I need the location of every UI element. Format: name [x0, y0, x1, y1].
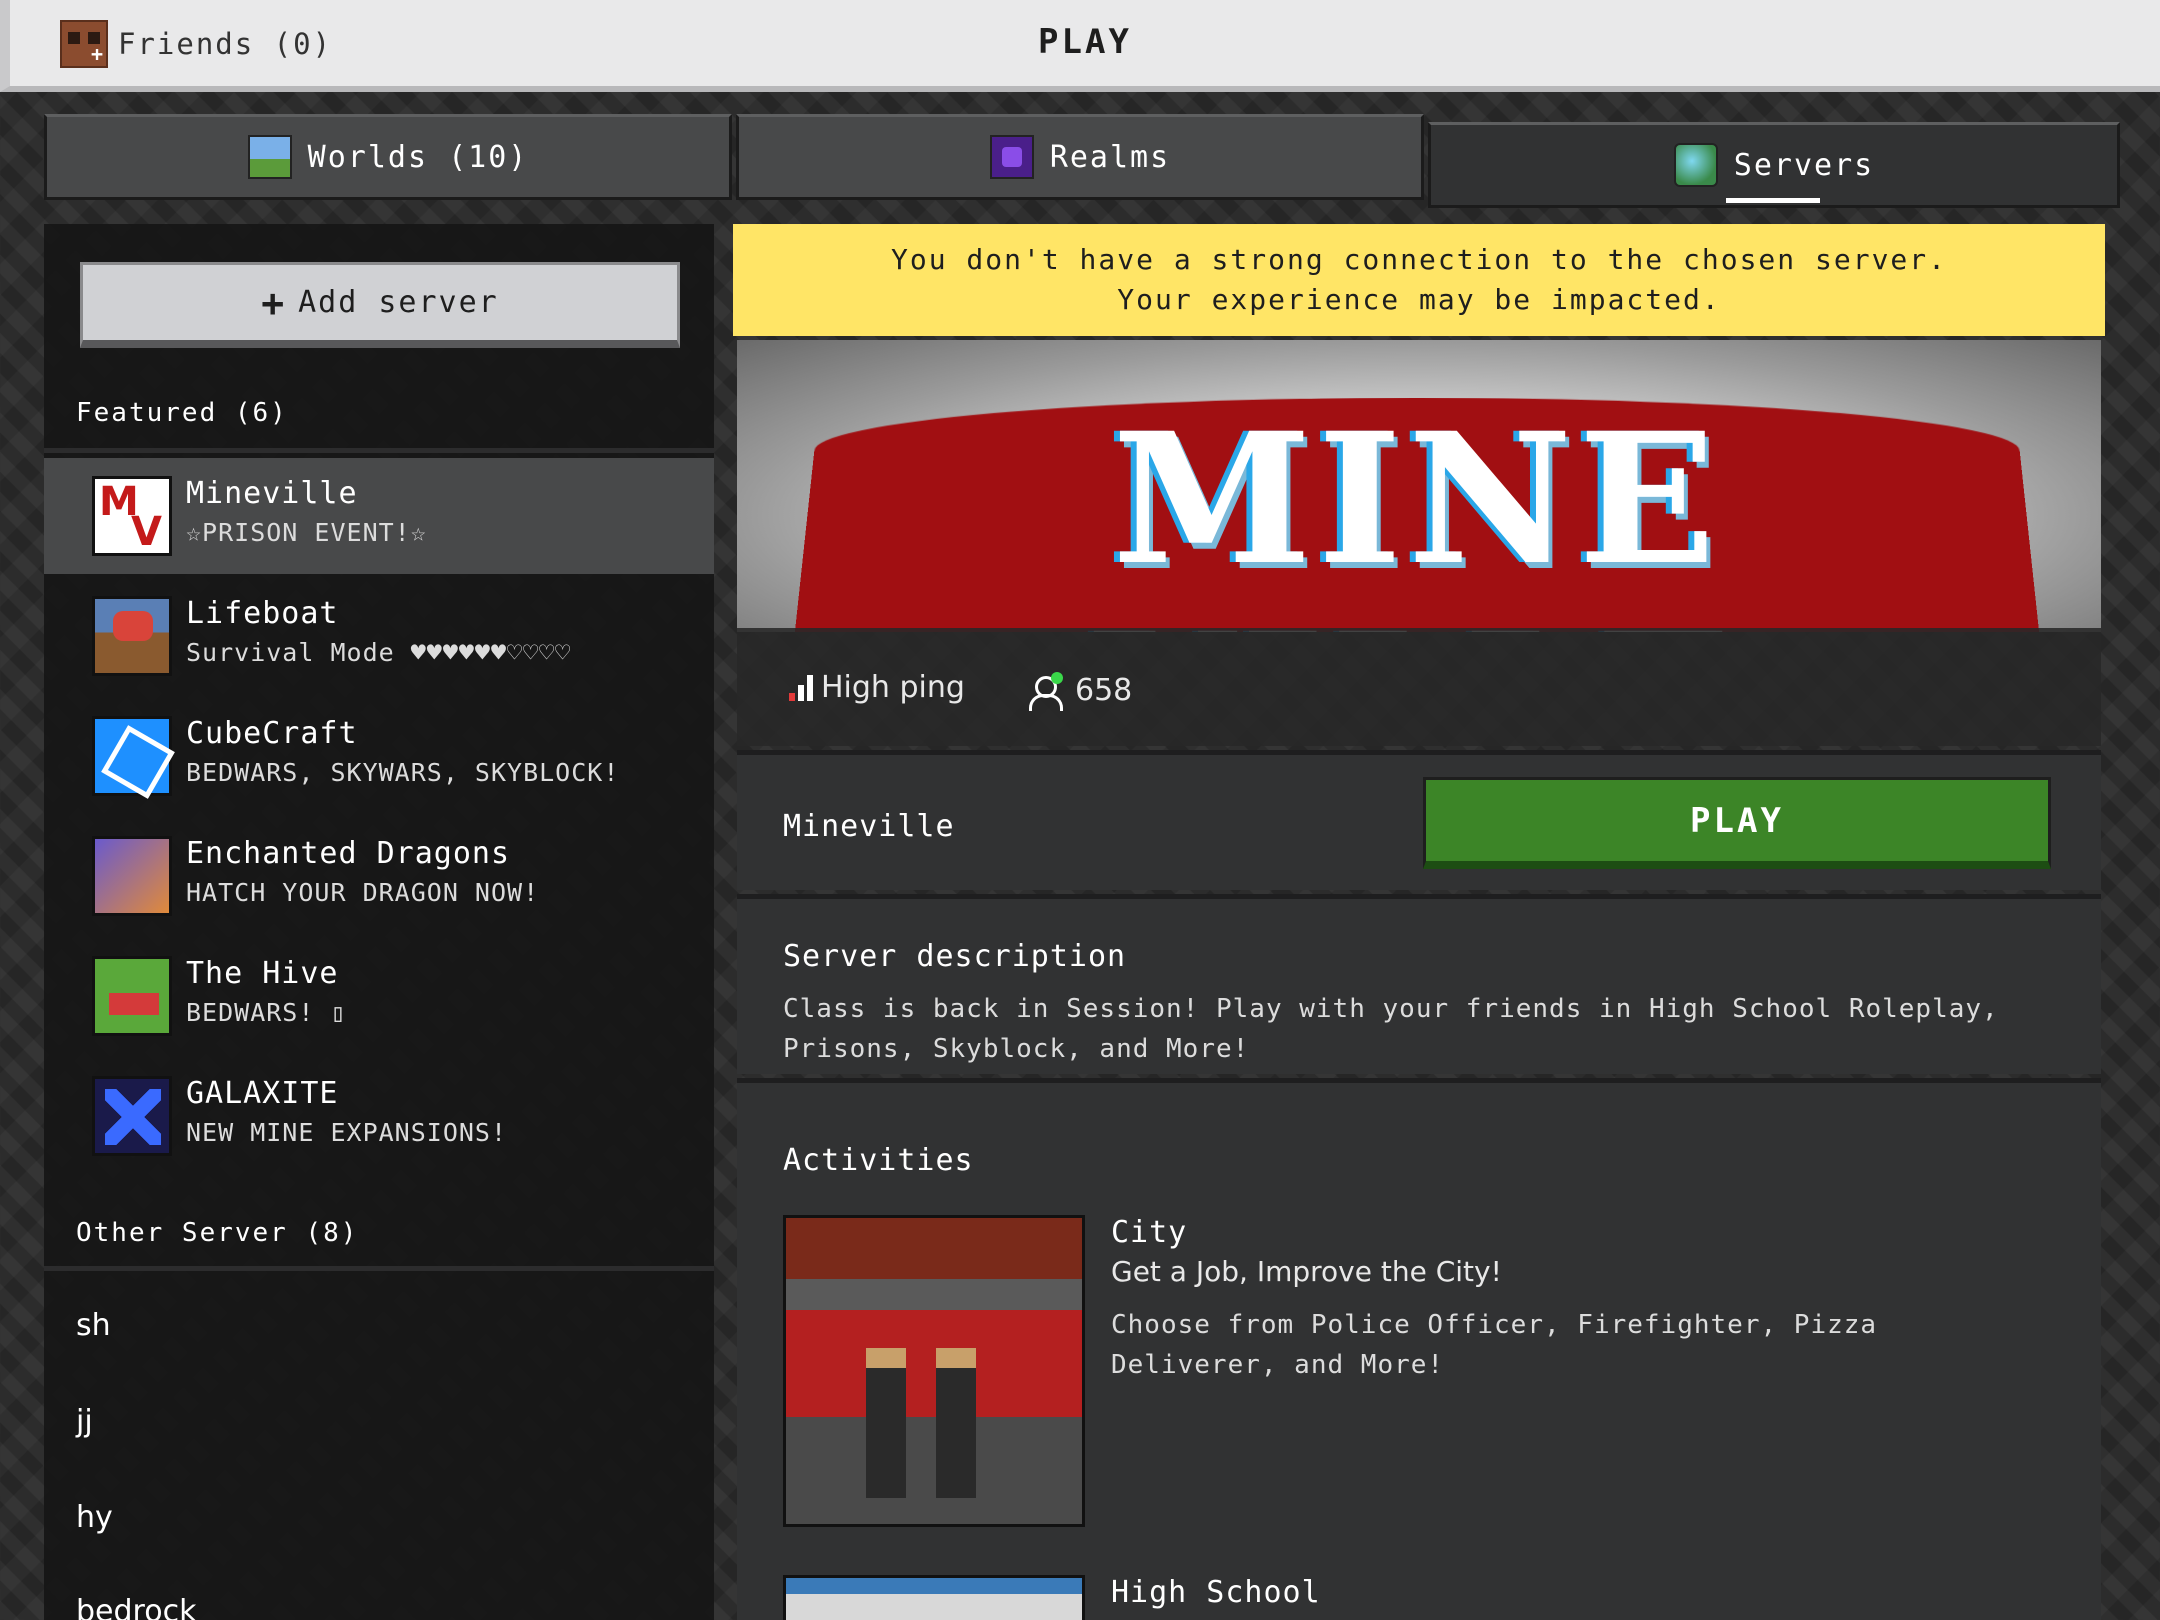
signal-icon — [789, 674, 813, 701]
server-description-section: Server description Class is back in Sess… — [737, 894, 2101, 1074]
description-text: Class is back in Session! Play with your… — [783, 994, 1999, 1064]
server-item-galaxite[interactable]: GALAXITE NEW MINE EXPANSIONS! — [44, 1058, 714, 1174]
enchanted-dragons-logo-icon — [92, 836, 172, 916]
world-icon — [247, 135, 292, 179]
lifeboat-logo-icon — [92, 596, 172, 676]
server-name-row: Mineville PLAY — [737, 750, 2101, 890]
ping-stat: High ping — [789, 670, 965, 705]
connection-warning: You don't have a strong connection to th… — [733, 224, 2105, 336]
other-server-item[interactable]: bedrock — [76, 1594, 196, 1620]
tab-worlds[interactable]: Worlds (10) — [44, 114, 732, 200]
plus-icon: + — [261, 280, 287, 325]
server-name: CubeCraft — [186, 716, 358, 751]
tab-realms-label: Realms — [1049, 139, 1171, 175]
activity-description: Choose from Police Officer, Firefighter,… — [1111, 1310, 1878, 1380]
description-heading: Server description — [783, 939, 1127, 974]
tab-worlds-label: Worlds (10) — [307, 139, 529, 175]
mineville-logo-icon — [92, 476, 172, 556]
server-item-mineville[interactable]: Mineville ☆PRISON EVENT!☆ — [44, 458, 714, 574]
add-server-label: Add server — [298, 285, 499, 320]
tab-servers-label: Servers — [1733, 147, 1875, 183]
server-item-lifeboat[interactable]: Lifeboat Survival Mode ♥♥♥♥♥♥♡♡♡♡ — [44, 578, 714, 694]
featured-heading: Featured (6) — [76, 398, 288, 428]
server-list-panel: + Add server Featured (6) Mineville ☆PRI… — [44, 224, 714, 1620]
server-subtitle: Survival Mode ♥♥♥♥♥♥♡♡♡♡ — [186, 638, 572, 667]
activities-heading: Activities — [783, 1143, 974, 1178]
activity-subtitle: Get a Job, Improve the City! — [1111, 1255, 1502, 1288]
server-name: The Hive — [186, 956, 339, 991]
server-name: Mineville — [186, 476, 358, 511]
top-bar: + Friends (0) PLAY — [0, 0, 2160, 92]
server-banner: MINE VILLE — [737, 340, 2101, 632]
page-title: PLAY — [1038, 22, 1132, 62]
add-server-button[interactable]: + Add server — [80, 262, 680, 348]
player-count: 658 — [1075, 672, 1133, 708]
player-count-stat: 658 — [1027, 670, 1133, 711]
server-subtitle: BEDWARS, SKYWARS, SKYBLOCK! — [186, 758, 620, 787]
divider — [44, 1266, 714, 1271]
server-icon — [1673, 143, 1718, 187]
play-button[interactable]: PLAY — [1423, 777, 2051, 869]
selected-server-name: Mineville — [783, 809, 955, 844]
server-stats-bar: High ping 658 — [737, 628, 2101, 746]
activity-title: High School — [1111, 1575, 1321, 1610]
server-detail-panel: You don't have a strong connection to th… — [733, 224, 2105, 1620]
server-subtitle: BEDWARS! ▯ — [186, 998, 347, 1027]
ping-label: High ping — [821, 670, 965, 705]
other-server-item[interactable]: hy — [76, 1500, 113, 1535]
server-name: GALAXITE — [186, 1076, 339, 1111]
other-server-item[interactable]: jj — [76, 1404, 93, 1439]
server-item-the-hive[interactable]: The Hive BEDWARS! ▯ — [44, 938, 714, 1054]
activity-image — [783, 1215, 1085, 1527]
activity-city[interactable]: City Get a Job, Improve the City! Choose… — [783, 1215, 2063, 1535]
players-icon — [1027, 670, 1067, 711]
tab-bar: Worlds (10) Realms Servers — [44, 114, 2120, 208]
realm-icon — [989, 135, 1034, 179]
server-subtitle: ☆PRISON EVENT!☆ — [186, 518, 427, 547]
server-subtitle: HATCH YOUR DRAGON NOW! — [186, 878, 540, 907]
tab-servers[interactable]: Servers — [1428, 122, 2120, 208]
other-servers-heading: Other Server (8) — [76, 1218, 359, 1248]
divider — [44, 448, 714, 453]
other-server-item[interactable]: sh — [76, 1308, 111, 1343]
activity-image — [783, 1575, 1085, 1620]
tab-selected-indicator — [1726, 198, 1820, 203]
cubecraft-logo-icon — [92, 716, 172, 796]
tab-realms[interactable]: Realms — [736, 114, 1424, 200]
galaxite-logo-icon — [92, 1076, 172, 1156]
activities-section: Activities City Get a Job, Improve the C… — [737, 1078, 2101, 1620]
server-item-enchanted-dragons[interactable]: Enchanted Dragons HATCH YOUR DRAGON NOW! — [44, 818, 714, 934]
activity-high-school[interactable]: High School — [783, 1575, 2063, 1620]
the-hive-logo-icon — [92, 956, 172, 1036]
activity-title: City — [1111, 1215, 1188, 1250]
banner-logo-text: MINE VILLE — [1095, 394, 1733, 633]
server-item-cubecraft[interactable]: CubeCraft BEDWARS, SKYWARS, SKYBLOCK! — [44, 698, 714, 814]
server-name: Enchanted Dragons — [186, 836, 511, 871]
server-name: Lifeboat — [186, 596, 339, 631]
server-subtitle: NEW MINE EXPANSIONS! — [186, 1118, 508, 1147]
